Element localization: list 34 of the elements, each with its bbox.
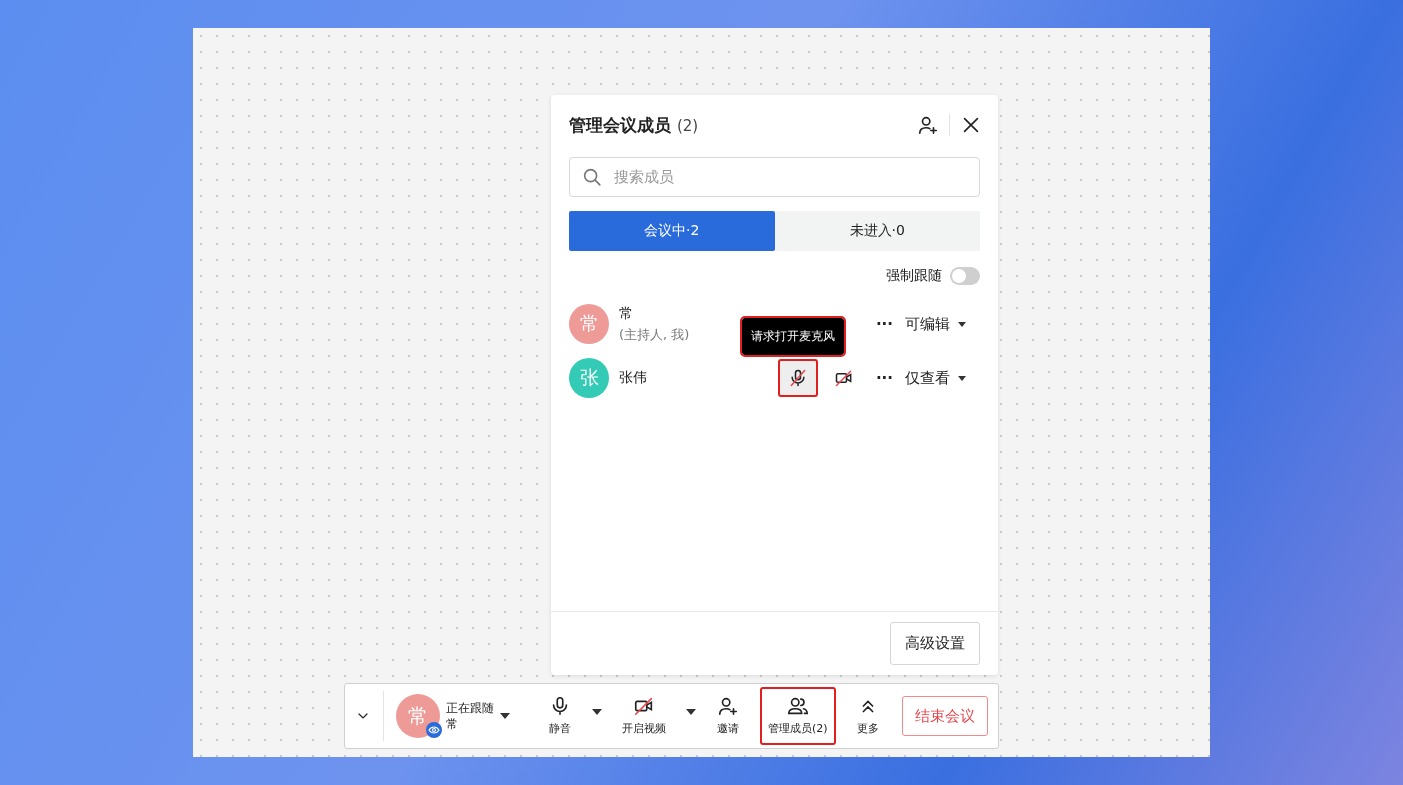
more-options[interactable]: ··· (875, 369, 893, 387)
member-role: (主持人, 我) (619, 325, 690, 344)
tooltip: 请求打开麦克风 (741, 318, 844, 355)
avatar: 常 (396, 694, 440, 738)
camera-off-icon (833, 368, 854, 388)
force-follow-label: 强制跟随 (886, 267, 942, 285)
follow-status: 正在跟随 (446, 700, 494, 716)
member-name: 张伟 (619, 369, 647, 387)
advanced-settings-button[interactable]: 高级设置 (890, 622, 980, 665)
tab[interactable]: 会议中·2 (569, 211, 775, 251)
avatar: 张 (569, 358, 609, 398)
tab[interactable]: 未进入·0 (774, 211, 980, 251)
permission-dropdown[interactable]: 可编辑 (905, 314, 966, 334)
add-member-icon[interactable] (917, 114, 939, 136)
members-button[interactable]: 管理成员(2) (760, 687, 836, 745)
more-options[interactable]: ··· (875, 315, 893, 333)
member-name: 常 (619, 304, 633, 323)
force-follow-switch[interactable] (950, 267, 980, 285)
member-count: (2) (676, 116, 699, 135)
camera-off-icon (633, 695, 655, 717)
panel-title: 管理会议成员 (2) (569, 113, 699, 137)
more-button[interactable]: 更多 (847, 687, 888, 745)
permission-dropdown[interactable]: 仅查看 (905, 368, 966, 388)
eye-icon (426, 722, 442, 738)
people-icon (786, 695, 809, 717)
search-field[interactable]: 搜索成员 (569, 157, 980, 197)
camera-button[interactable]: 开启视频 (614, 687, 674, 745)
follow-control[interactable]: 常 正在跟随 常 (396, 694, 510, 738)
add-person-icon (717, 695, 739, 717)
invite-button[interactable]: 邀请 (708, 687, 748, 745)
mic-button[interactable]: 静音 (540, 687, 580, 745)
avatar: 常 (569, 304, 609, 344)
end-meeting-button[interactable]: 结束会议 (902, 696, 988, 736)
followed-name: 常 (446, 716, 459, 732)
